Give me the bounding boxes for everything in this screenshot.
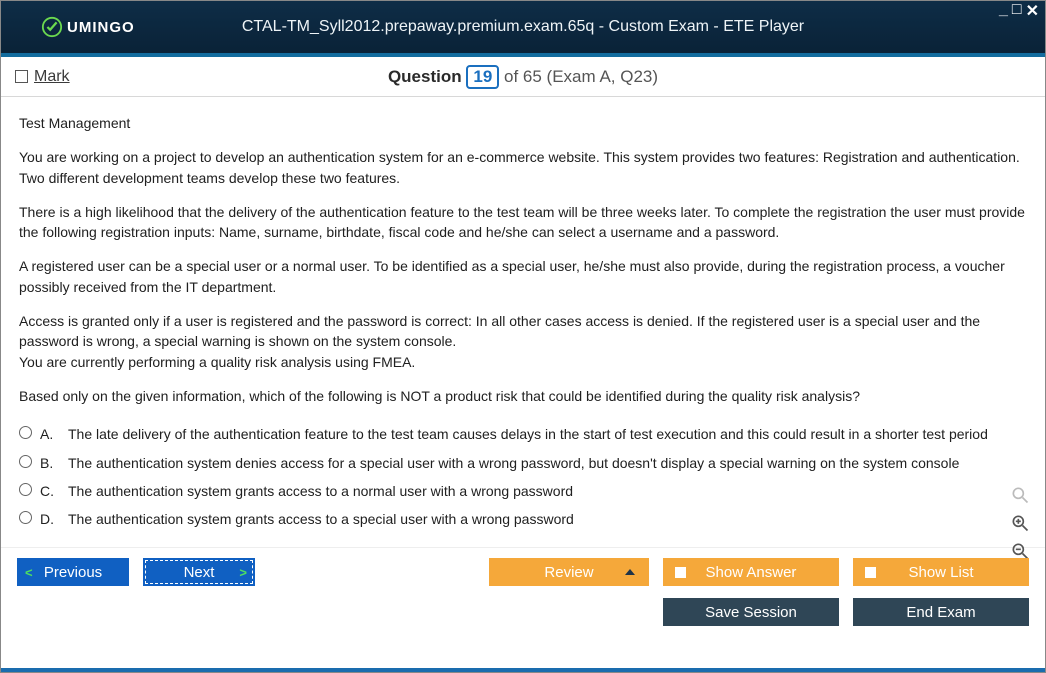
question-number-input[interactable]: 19 — [466, 65, 499, 89]
chevron-right-icon: > — [239, 565, 247, 580]
close-button[interactable]: ✕ — [1026, 1, 1039, 21]
paragraph: There is a high likelihood that the deli… — [19, 202, 1027, 243]
end-exam-button[interactable]: End Exam — [853, 598, 1029, 626]
maximize-button[interactable]: □ — [1012, 1, 1022, 21]
app-logo: UMINGO — [41, 16, 135, 38]
mark-label: Mark — [34, 68, 70, 85]
paragraph: Access is granted only if a user is regi… — [19, 311, 1027, 352]
answer-options: A. The late delivery of the authenticatio… — [19, 420, 1027, 533]
search-icon[interactable] — [1009, 484, 1031, 506]
question-stem: Based only on the given information, whi… — [19, 386, 1027, 406]
logo-text: UMINGO — [67, 19, 135, 36]
answer-option[interactable]: A. The late delivery of the authenticatio… — [19, 420, 1027, 448]
answer-option[interactable]: B. The authentication system denies acces… — [19, 449, 1027, 477]
checkbox-icon — [675, 567, 686, 578]
option-text: The authentication system denies access … — [68, 453, 959, 473]
radio-icon[interactable] — [19, 483, 32, 496]
window-title: CTAL-TM_Syll2012.prepaway.premium.exam.6… — [1, 18, 1045, 36]
save-session-button[interactable]: Save Session — [663, 598, 839, 626]
show-answer-button[interactable]: Show Answer — [663, 558, 839, 586]
question-content: Test Management You are working on a pro… — [1, 97, 1045, 547]
question-header: Mark Question 19 of 65 (Exam A, Q23) — [1, 57, 1045, 97]
question-indicator: Question 19 of 65 (Exam A, Q23) — [1, 65, 1045, 89]
option-letter: B. — [40, 453, 60, 473]
chevron-up-icon — [625, 569, 635, 575]
option-letter: A. — [40, 424, 60, 444]
option-text: The authentication system grants access … — [68, 481, 573, 501]
radio-icon[interactable] — [19, 455, 32, 468]
option-letter: C. — [40, 481, 60, 501]
next-button[interactable]: Next > — [143, 558, 255, 586]
paragraph: You are currently performing a quality r… — [19, 352, 1027, 372]
radio-icon[interactable] — [19, 511, 32, 524]
radio-icon[interactable] — [19, 426, 32, 439]
title-bar: UMINGO CTAL-TM_Syll2012.prepaway.premium… — [1, 1, 1045, 57]
zoom-in-icon[interactable] — [1009, 512, 1031, 534]
paragraph: You are working on a project to develop … — [19, 147, 1027, 188]
mark-toggle[interactable]: Mark — [15, 68, 70, 86]
answer-option[interactable]: C. The authentication system grants acces… — [19, 477, 1027, 505]
review-button[interactable]: Review — [489, 558, 649, 586]
show-list-button[interactable]: Show List — [853, 558, 1029, 586]
option-letter: D. — [40, 509, 60, 529]
check-icon — [41, 16, 63, 38]
bottom-border — [1, 668, 1045, 672]
option-text: The authentication system grants access … — [68, 509, 574, 529]
chevron-left-icon: < — [25, 565, 33, 580]
checkbox-icon — [865, 567, 876, 578]
topic-line: Test Management — [19, 113, 1027, 133]
answer-option[interactable]: D. The authentication system grants acces… — [19, 505, 1027, 533]
minimize-button[interactable]: _ — [999, 1, 1008, 21]
previous-button[interactable]: < Previous — [17, 558, 129, 586]
option-text: The late delivery of the authentication … — [68, 424, 988, 444]
mark-checkbox[interactable] — [15, 70, 28, 83]
paragraph: A registered user can be a special user … — [19, 256, 1027, 297]
